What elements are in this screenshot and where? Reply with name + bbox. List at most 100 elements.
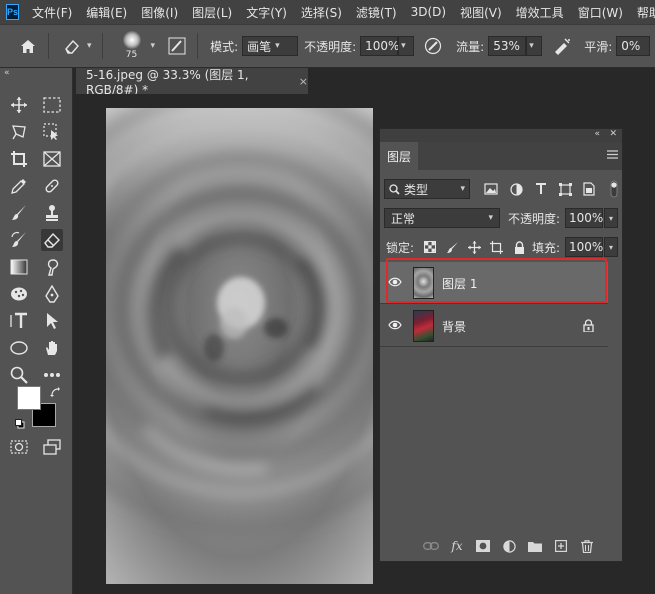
pressure-opacity-icon[interactable] (424, 37, 442, 55)
home-icon[interactable] (14, 32, 42, 60)
new-group-folder-icon[interactable] (522, 536, 548, 556)
opacity-input[interactable]: 100% (360, 36, 399, 56)
lock-icon[interactable] (583, 319, 594, 335)
opacity-label: 不透明度: (304, 39, 357, 54)
document-tab[interactable]: 5-16.jpeg @ 33.3% (图层 1, RGB/8#) * × (76, 68, 308, 97)
sponge-tool-icon[interactable] (8, 283, 30, 305)
more-tools-icon[interactable] (41, 364, 63, 386)
link-layers-icon[interactable] (418, 536, 444, 556)
quick-mask-icon[interactable] (8, 436, 30, 458)
menu-layer[interactable]: 图层(L) (185, 4, 239, 21)
chevron-down-icon[interactable]: ▾ (151, 41, 156, 51)
brush-preset-picker[interactable]: 75 (117, 28, 147, 64)
history-brush-tool-icon[interactable] (8, 229, 30, 251)
add-mask-icon[interactable] (470, 536, 496, 556)
flow-input[interactable]: 53% (488, 36, 527, 56)
mode-dropdown[interactable]: 画笔 ▾ (242, 36, 299, 56)
lock-artboard-icon[interactable] (488, 239, 504, 255)
filter-adjustment-layers-icon[interactable] (508, 181, 524, 197)
close-icon[interactable]: × (299, 75, 308, 88)
lock-transparent-pixels-icon[interactable] (422, 239, 438, 255)
smudge-tool-icon[interactable] (41, 256, 63, 278)
brush-settings-icon[interactable] (167, 36, 187, 56)
collapse-panel-icon[interactable]: « (4, 68, 10, 78)
lock-all-icon[interactable] (511, 239, 527, 255)
lock-position-icon[interactable] (466, 239, 482, 255)
document-image[interactable] (106, 108, 373, 584)
menu-edit[interactable]: 编辑(E) (79, 4, 134, 21)
radial-blur-image (106, 108, 373, 584)
layer-name[interactable]: 背景 (442, 318, 466, 335)
visibility-eye-icon[interactable] (388, 319, 402, 333)
path-selection-tool-icon[interactable] (41, 310, 63, 332)
collapse-panel-icon[interactable]: « (594, 129, 600, 139)
panel-menu-icon[interactable] (607, 149, 618, 162)
layer-opacity-slider-toggle[interactable]: ▾ (604, 208, 618, 228)
filter-pixel-layers-icon[interactable] (483, 181, 499, 197)
layer-filter-value: 类型 (404, 182, 429, 197)
menu-select[interactable]: 选择(S) (294, 4, 349, 21)
opacity-slider-toggle[interactable]: ▾ (398, 36, 415, 56)
eraser-tool-preset-icon[interactable]: ▾ (63, 38, 92, 54)
default-colors-icon[interactable] (15, 418, 25, 432)
filter-smart-object-icon[interactable] (581, 181, 597, 197)
filter-type-layers-icon[interactable] (533, 181, 549, 197)
lasso-tool-icon[interactable] (8, 121, 30, 143)
screen-mode-icon[interactable] (41, 436, 63, 458)
flow-value: 53% (493, 39, 520, 53)
foreground-color-swatch[interactable] (17, 386, 41, 410)
frame-tool-icon[interactable] (41, 148, 63, 170)
type-tool-icon[interactable] (8, 310, 30, 332)
menu-type[interactable]: 文字(Y) (239, 4, 294, 21)
menu-view[interactable]: 视图(V) (453, 4, 509, 21)
delete-layer-trash-icon[interactable] (574, 536, 600, 556)
layer-row-layer1[interactable]: 图层 1 (380, 262, 608, 304)
menu-plugins[interactable]: 增效工具 (509, 4, 571, 21)
close-icon[interactable]: ✕ (609, 129, 617, 139)
swap-colors-icon[interactable] (50, 386, 60, 400)
mode-label: 模式: (210, 39, 239, 54)
healing-brush-tool-icon[interactable] (41, 175, 63, 197)
layer-opacity-input[interactable]: 100% (565, 208, 603, 228)
ellipse-tool-icon[interactable] (8, 337, 30, 359)
separator (48, 33, 49, 59)
move-tool-icon[interactable] (8, 94, 30, 116)
brush-tool-icon[interactable] (8, 202, 30, 224)
photoshop-logo: Ps (6, 4, 20, 20)
clone-stamp-tool-icon[interactable] (41, 202, 63, 224)
marquee-tool-icon[interactable] (41, 94, 63, 116)
eraser-tool-icon[interactable] (41, 229, 63, 251)
hand-tool-icon[interactable] (41, 337, 63, 359)
eyedropper-tool-icon[interactable] (8, 175, 30, 197)
new-layer-icon[interactable] (548, 536, 574, 556)
filter-shape-layers-icon[interactable] (557, 181, 573, 197)
crop-tool-icon[interactable] (8, 148, 30, 170)
layer-row-background[interactable]: 背景 (380, 305, 608, 347)
flow-slider-toggle[interactable]: ▾ (526, 36, 543, 56)
zoom-tool-icon[interactable] (8, 364, 30, 386)
menu-image[interactable]: 图像(I) (134, 4, 185, 21)
gradient-tool-icon[interactable] (8, 256, 30, 278)
new-adjustment-layer-icon[interactable] (496, 536, 522, 556)
filter-toggle-switch[interactable] (610, 180, 618, 198)
menu-help[interactable]: 帮助(H) (630, 4, 655, 21)
visibility-eye-icon[interactable] (388, 276, 402, 290)
layer-filter-dropdown[interactable]: 类型 ▾ (384, 179, 470, 199)
menu-3d[interactable]: 3D(D) (404, 5, 453, 19)
airbrush-icon[interactable] (552, 37, 572, 55)
smoothing-input[interactable]: 0% (616, 36, 651, 56)
layer-style-fx-icon[interactable]: fx (444, 536, 470, 556)
object-selection-tool-icon[interactable] (41, 121, 63, 143)
brush-tip-icon (122, 31, 141, 49)
pen-tool-icon[interactable] (41, 283, 63, 305)
layer-name[interactable]: 图层 1 (442, 275, 477, 292)
tab-layers[interactable]: 图层 (380, 142, 418, 170)
fill-input[interactable]: 100% (565, 237, 603, 257)
menu-file[interactable]: 文件(F) (25, 4, 79, 21)
menu-filter[interactable]: 滤镜(T) (349, 4, 404, 21)
lock-image-pixels-icon[interactable] (444, 239, 460, 255)
blend-mode-dropdown[interactable]: 正常 ▾ (384, 208, 500, 228)
chevron-down-icon: ▾ (488, 213, 493, 223)
fill-slider-toggle[interactable]: ▾ (604, 237, 618, 257)
menu-window[interactable]: 窗口(W) (571, 4, 630, 21)
